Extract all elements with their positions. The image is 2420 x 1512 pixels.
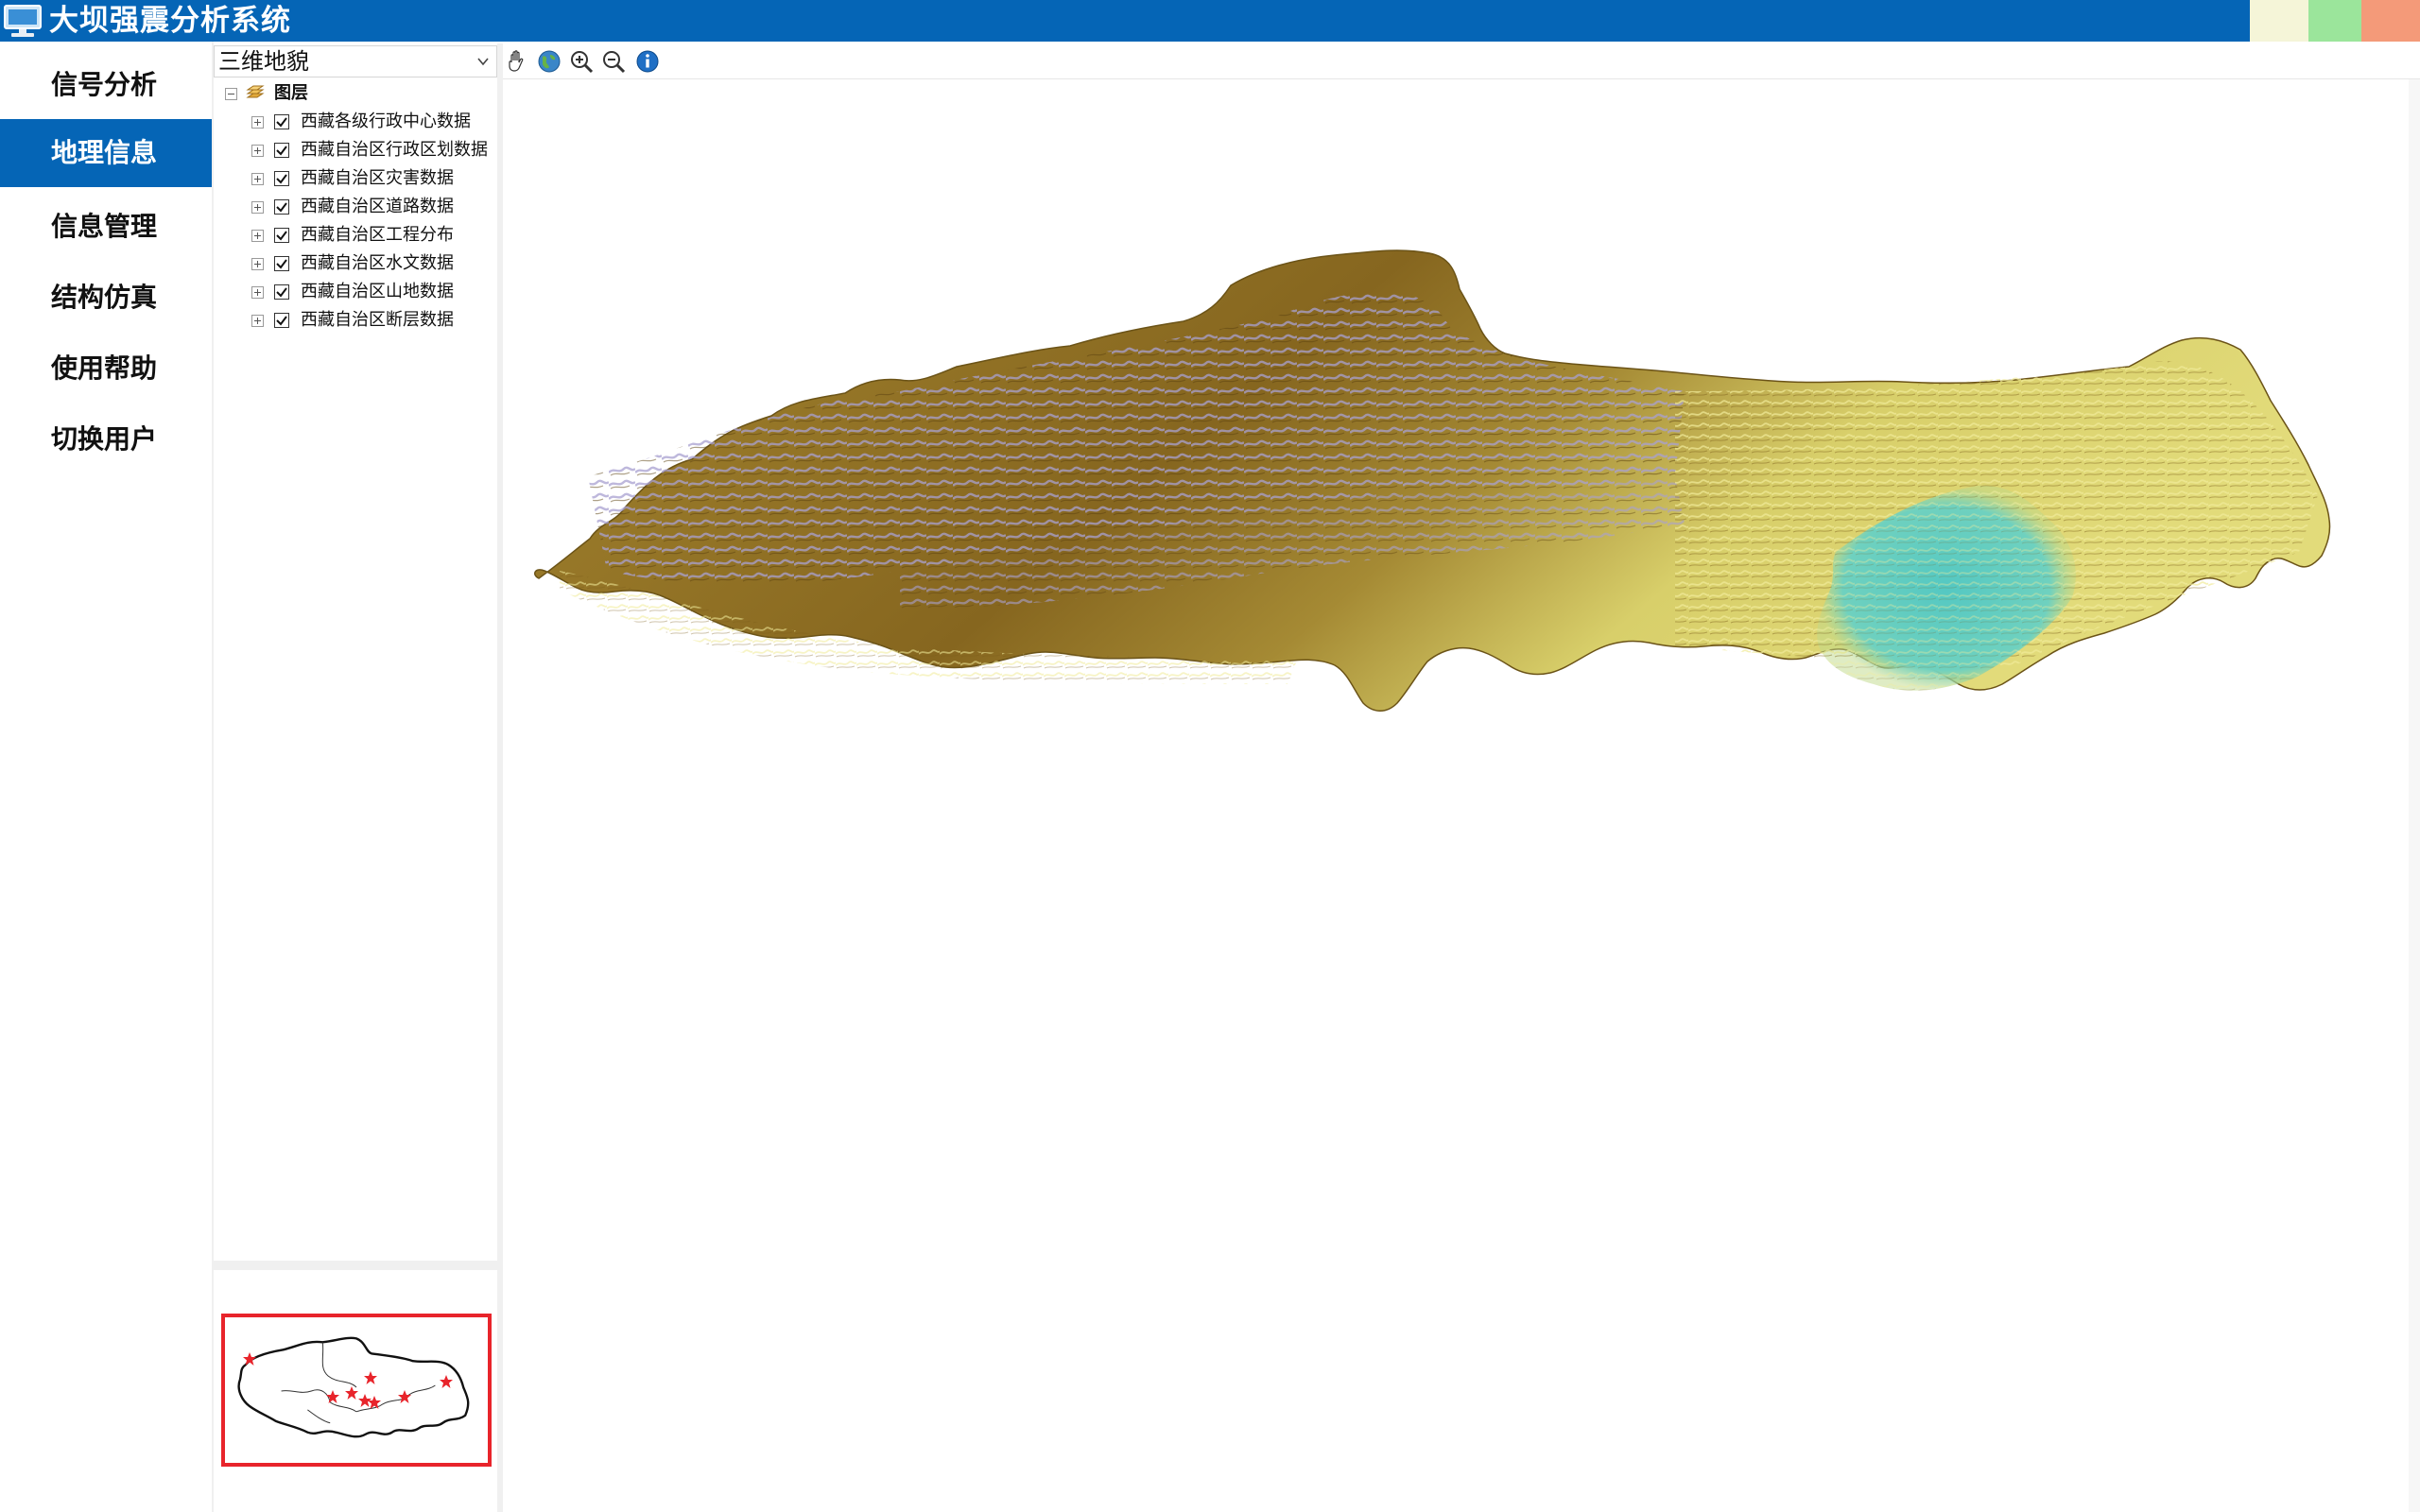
- overview-map[interactable]: [214, 1270, 497, 1512]
- tibet-terrain-3d: [534, 249, 2331, 712]
- map-view[interactable]: [503, 79, 2420, 1512]
- expand-icon[interactable]: [251, 173, 264, 185]
- layer-row[interactable]: 西藏自治区灾害数据: [214, 164, 497, 193]
- layer-checkbox[interactable]: [274, 313, 289, 328]
- view-mode-value: 三维地貌: [218, 48, 309, 75]
- window-title: 大坝强震分析系统: [49, 4, 291, 38]
- layer-checkbox[interactable]: [274, 114, 289, 129]
- main-nav: 信号分析 地理信息 信息管理 结构仿真 使用帮助 切换用户: [0, 42, 212, 1512]
- layer-label: 西藏自治区山地数据: [301, 282, 454, 301]
- overview-extent-frame: [221, 1314, 492, 1467]
- layer-label: 西藏自治区工程分布: [301, 225, 454, 245]
- marker-icon: [368, 1396, 381, 1409]
- nav-item-info-management[interactable]: 信息管理: [0, 193, 212, 261]
- layer-row[interactable]: 西藏自治区行政区划数据: [214, 136, 497, 164]
- monitor-icon: [4, 5, 42, 37]
- expand-icon[interactable]: [251, 145, 264, 157]
- layers-icon: [246, 85, 265, 98]
- layer-row[interactable]: 西藏自治区工程分布: [214, 221, 497, 249]
- marker-icon: [243, 1352, 256, 1366]
- layer-label: 西藏各级行政中心数据: [301, 112, 471, 131]
- expand-icon[interactable]: [251, 230, 264, 242]
- globe-icon[interactable]: [535, 47, 563, 76]
- layer-checkbox[interactable]: [274, 199, 289, 215]
- layer-checkbox[interactable]: [274, 171, 289, 186]
- layer-tree-root[interactable]: 图层: [214, 79, 497, 108]
- layer-checkbox[interactable]: [274, 284, 289, 300]
- nav-item-help[interactable]: 使用帮助: [0, 335, 212, 403]
- zoom-out-icon[interactable]: [599, 47, 628, 76]
- layer-row[interactable]: 西藏自治区断层数据: [214, 306, 497, 335]
- expand-icon[interactable]: [251, 315, 264, 327]
- layer-tree-root-label: 图层: [274, 83, 308, 103]
- layer-label: 西藏自治区道路数据: [301, 197, 454, 216]
- minimize-button[interactable]: [2250, 0, 2308, 42]
- chevron-down-icon: [477, 58, 489, 66]
- expand-icon[interactable]: [251, 201, 264, 214]
- nav-item-switch-user[interactable]: 切换用户: [0, 405, 212, 473]
- nav-item-geo-info[interactable]: 地理信息: [0, 119, 212, 187]
- layer-checkbox[interactable]: [274, 143, 289, 158]
- zoom-in-icon[interactable]: [567, 47, 596, 76]
- view-mode-select[interactable]: 三维地貌: [214, 45, 497, 77]
- close-button[interactable]: [2361, 0, 2420, 42]
- info-icon[interactable]: [633, 47, 662, 76]
- layer-label: 西藏自治区水文数据: [301, 253, 454, 273]
- layer-row[interactable]: 西藏自治区山地数据: [214, 278, 497, 306]
- layer-label: 西藏自治区灾害数据: [301, 168, 454, 188]
- expand-icon[interactable]: [251, 286, 264, 299]
- layer-checkbox[interactable]: [274, 228, 289, 243]
- marker-icon: [398, 1390, 411, 1403]
- expand-icon[interactable]: [251, 258, 264, 270]
- expand-icon[interactable]: [251, 116, 264, 129]
- marker-icon: [326, 1390, 339, 1403]
- marker-icon: [364, 1371, 377, 1384]
- panel-splitter[interactable]: [214, 1261, 497, 1270]
- marker-icon: [440, 1375, 453, 1388]
- maximize-button[interactable]: [2308, 0, 2367, 42]
- layer-row[interactable]: 西藏各级行政中心数据: [214, 108, 497, 136]
- layer-row[interactable]: 西藏自治区水文数据: [214, 249, 497, 278]
- layer-row[interactable]: 西藏自治区道路数据: [214, 193, 497, 221]
- hand-icon[interactable]: [503, 47, 531, 76]
- title-bar: 大坝强震分析系统: [0, 0, 2420, 42]
- collapse-icon[interactable]: [225, 88, 237, 100]
- map-scrollbar[interactable]: [2409, 79, 2420, 1512]
- layer-checkbox[interactable]: [274, 256, 289, 271]
- map-toolbar: [503, 43, 2420, 79]
- layer-panel: 三维地貌 图层 西藏各级行政中心数据 西藏自治区行政区划数据 西藏自治区灾害数据…: [214, 43, 499, 1263]
- nav-item-structure-simulation[interactable]: 结构仿真: [0, 264, 212, 332]
- nav-item-signal-analysis[interactable]: 信号分析: [0, 51, 212, 119]
- layer-label: 西藏自治区断层数据: [301, 310, 454, 330]
- layer-label: 西藏自治区行政区划数据: [301, 140, 488, 160]
